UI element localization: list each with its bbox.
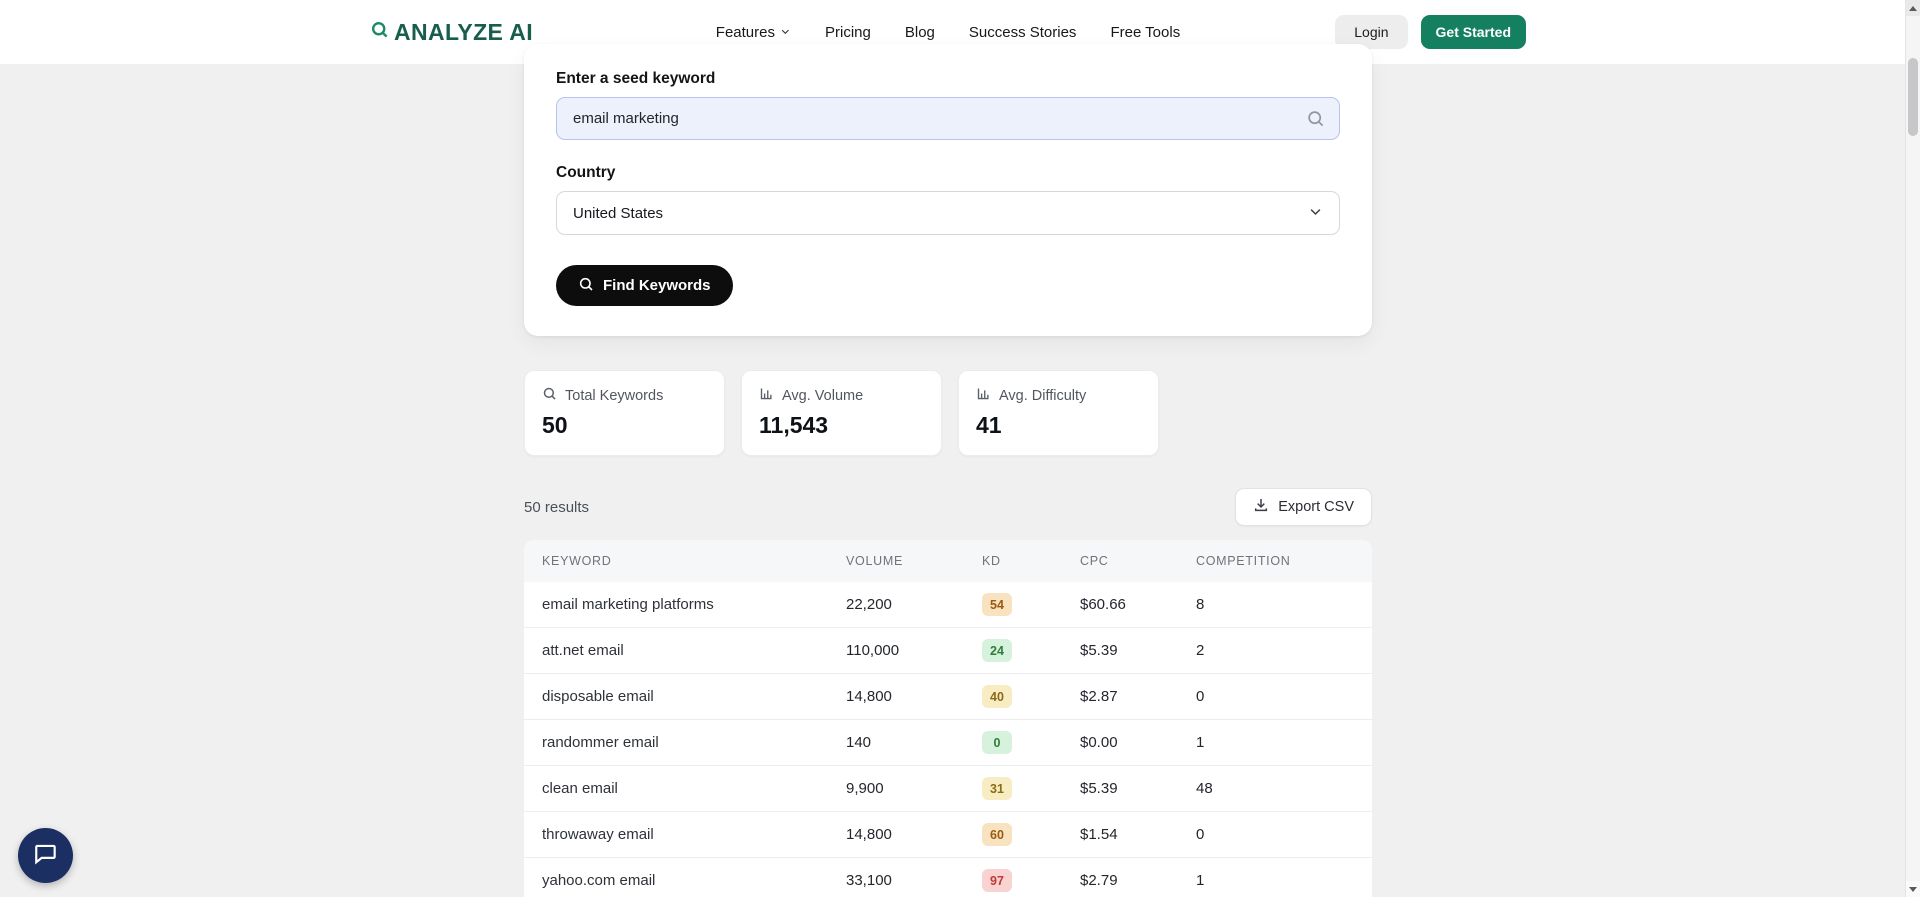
kd-badge: 40 — [982, 685, 1012, 708]
stat-card-total-keywords: Total Keywords 50 — [524, 370, 725, 456]
stat-value: 50 — [542, 412, 707, 439]
table-row: yahoo.com email33,10097 $2.791 — [524, 858, 1372, 897]
keyword-cell: att.net email — [542, 642, 846, 659]
table-row: throwaway email14,80060 $1.540 — [524, 812, 1372, 858]
logo-text: ANALYZE AI — [394, 19, 533, 46]
cpc-cell: $60.66 — [1080, 596, 1196, 613]
competition-cell: 0 — [1196, 688, 1372, 705]
kd-badge: 31 — [982, 777, 1012, 800]
cpc-cell: $1.54 — [1080, 826, 1196, 843]
get-started-button[interactable]: Get Started — [1421, 15, 1526, 49]
cpc-cell: $2.87 — [1080, 688, 1196, 705]
stats-row: Total Keywords 50 Avg. Volume 11,543 — [524, 370, 1372, 456]
main-content: Enter a seed keyword Country United Stat… — [0, 44, 1920, 897]
scrollbar — [1905, 0, 1920, 897]
nav-item-features[interactable]: Features — [716, 24, 791, 41]
kd-badge: 60 — [982, 823, 1012, 846]
keyword-cell: disposable email — [542, 688, 846, 705]
cpc-cell: $2.79 — [1080, 872, 1196, 889]
chevron-down-icon — [1308, 204, 1323, 223]
keyword-search-panel: Enter a seed keyword Country United Stat… — [524, 44, 1372, 336]
header-actions: Login Get Started — [1335, 15, 1526, 49]
arrow-up-icon — [1909, 6, 1917, 11]
volume-cell: 14,800 — [846, 688, 982, 705]
kd-badge: 54 — [982, 593, 1012, 616]
nav-item-blog[interactable]: Blog — [905, 24, 935, 41]
nav-item-free-tools[interactable]: Free Tools — [1110, 24, 1180, 41]
seed-keyword-label: Enter a seed keyword — [556, 70, 1340, 88]
bar-chart-icon — [759, 386, 774, 405]
stat-card-avg-difficulty: Avg. Difficulty 41 — [958, 370, 1159, 456]
search-icon — [1306, 109, 1325, 133]
table-row: randommer email1400 $0.001 — [524, 720, 1372, 766]
volume-cell: 33,100 — [846, 872, 982, 889]
kd-badge: 0 — [982, 731, 1012, 754]
kd-badge: 97 — [982, 869, 1012, 892]
country-select[interactable]: United States — [556, 191, 1340, 235]
table-row: att.net email110,00024 $5.392 — [524, 628, 1372, 674]
keyword-cell: throwaway email — [542, 826, 846, 843]
table-header-row: KEYWORD VOLUME KD CPC COMPETITION — [524, 540, 1372, 582]
scroll-up-button[interactable] — [1906, 0, 1920, 16]
nav-item-success-stories[interactable]: Success Stories — [969, 24, 1077, 41]
table-row: email marketing platforms22,20054 $60.668 — [524, 582, 1372, 628]
scroll-down-button[interactable] — [1906, 881, 1920, 897]
competition-cell: 1 — [1196, 734, 1372, 751]
keyword-cell: randommer email — [542, 734, 846, 751]
keywords-table: KEYWORD VOLUME KD CPC COMPETITION email … — [524, 540, 1372, 897]
stat-card-avg-volume: Avg. Volume 11,543 — [741, 370, 942, 456]
main-nav: Features Pricing Blog Success Stories Fr… — [716, 24, 1180, 41]
download-icon — [1253, 497, 1269, 517]
export-csv-button[interactable]: Export CSV — [1235, 488, 1372, 526]
seed-keyword-input[interactable] — [556, 97, 1340, 140]
search-icon — [578, 276, 594, 296]
col-header-cpc: CPC — [1080, 554, 1196, 568]
col-header-competition: COMPETITION — [1196, 554, 1372, 568]
search-icon — [542, 386, 557, 405]
volume-cell: 110,000 — [846, 642, 982, 659]
kd-badge: 24 — [982, 639, 1012, 662]
chevron-down-icon — [780, 24, 791, 41]
competition-cell: 8 — [1196, 596, 1372, 613]
keyword-cell: email marketing platforms — [542, 596, 846, 613]
volume-cell: 22,200 — [846, 596, 982, 613]
country-select-value: United States — [573, 205, 663, 222]
competition-cell: 2 — [1196, 642, 1372, 659]
arrow-down-icon — [1909, 887, 1917, 892]
volume-cell: 9,900 — [846, 780, 982, 797]
competition-cell: 0 — [1196, 826, 1372, 843]
logo-icon — [370, 20, 389, 44]
results-bar: 50 results Export CSV — [524, 488, 1372, 526]
results-count: 50 results — [524, 499, 589, 516]
nav-item-pricing[interactable]: Pricing — [825, 24, 871, 41]
keyword-cell: clean email — [542, 780, 846, 797]
competition-cell: 48 — [1196, 780, 1372, 797]
chat-bubble-icon — [33, 840, 59, 871]
table-body: email marketing platforms22,20054 $60.668… — [524, 582, 1372, 897]
stat-value: 11,543 — [759, 412, 924, 439]
competition-cell: 1 — [1196, 872, 1372, 889]
cpc-cell: $5.39 — [1080, 780, 1196, 797]
table-row: clean email9,90031 $5.3948 — [524, 766, 1372, 812]
volume-cell: 14,800 — [846, 826, 982, 843]
country-label: Country — [556, 164, 1340, 182]
col-header-keyword: KEYWORD — [542, 554, 846, 568]
stat-value: 41 — [976, 412, 1141, 439]
bar-chart-icon — [976, 386, 991, 405]
stat-label: Avg. Difficulty — [999, 388, 1086, 404]
keyword-cell: yahoo.com email — [542, 872, 846, 889]
logo[interactable]: ANALYZE AI — [370, 19, 533, 46]
chat-widget-button[interactable] — [18, 828, 73, 883]
stat-label: Avg. Volume — [782, 388, 863, 404]
cpc-cell: $0.00 — [1080, 734, 1196, 751]
table-row: disposable email14,80040 $2.870 — [524, 674, 1372, 720]
stat-label: Total Keywords — [565, 388, 663, 404]
col-header-volume: VOLUME — [846, 554, 982, 568]
find-keywords-button[interactable]: Find Keywords — [556, 265, 733, 306]
col-header-kd: KD — [982, 554, 1080, 568]
cpc-cell: $5.39 — [1080, 642, 1196, 659]
volume-cell: 140 — [846, 734, 982, 751]
scrollbar-thumb[interactable] — [1908, 58, 1918, 136]
